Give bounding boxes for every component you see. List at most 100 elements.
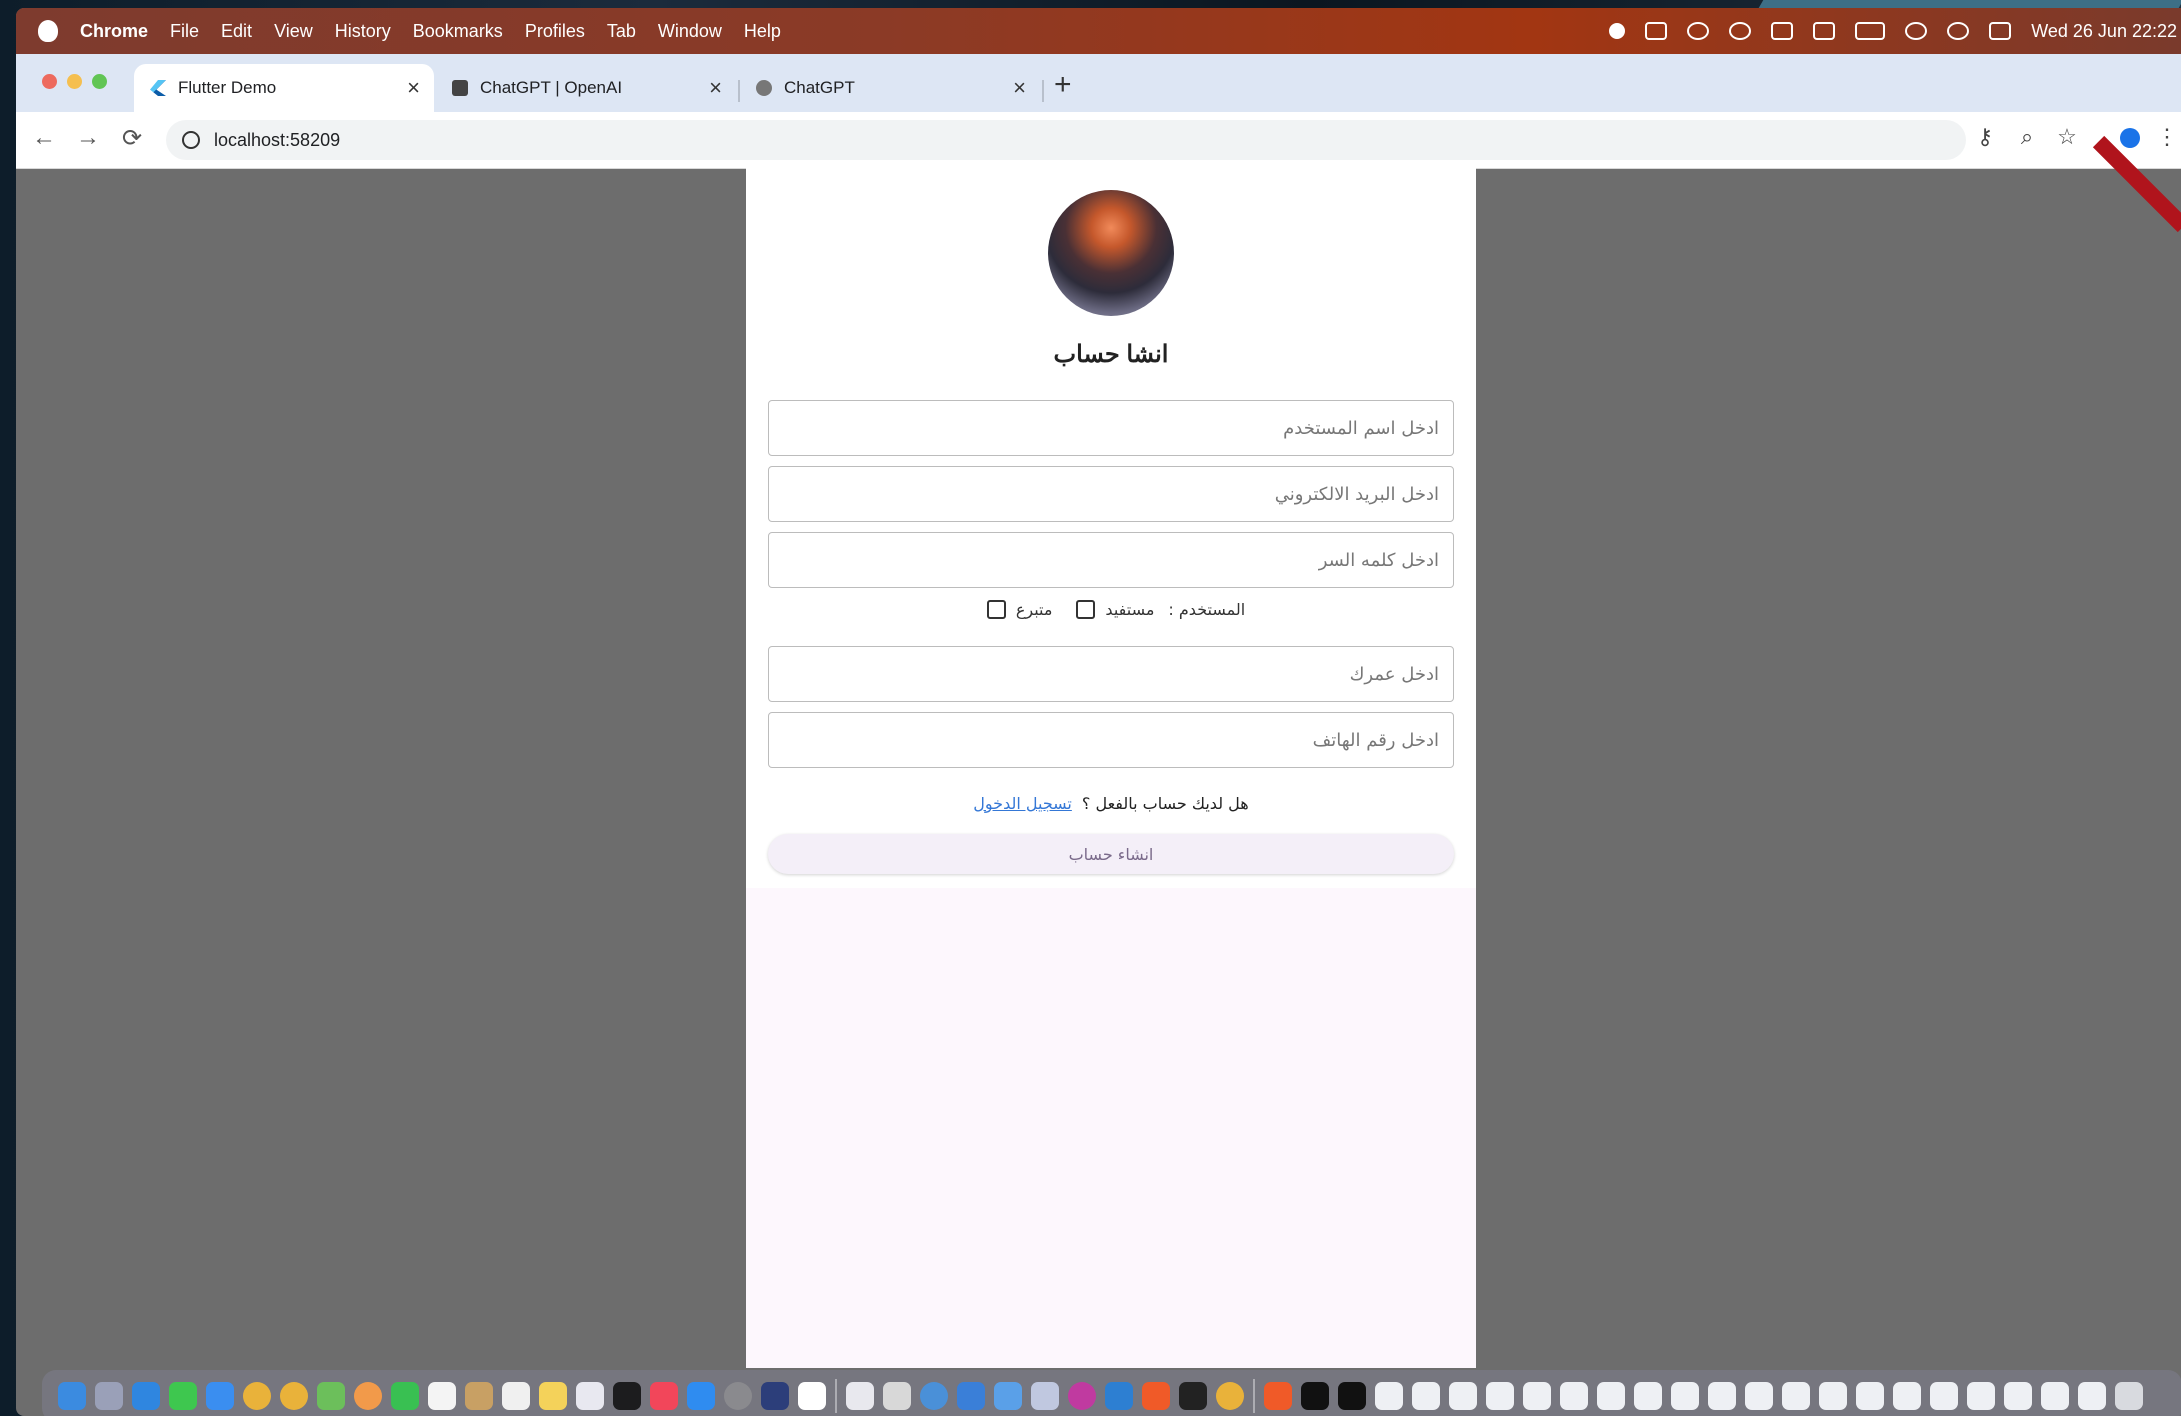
window-thumbnail-icon[interactable] — [1486, 1382, 1514, 1410]
music-icon[interactable] — [650, 1382, 678, 1410]
site-info-icon[interactable] — [182, 131, 200, 149]
pandora-icon[interactable] — [798, 1382, 826, 1410]
username-field[interactable] — [768, 400, 1454, 456]
facetime-icon[interactable] — [391, 1382, 419, 1410]
zoom-icon[interactable]: ⌕ — [2016, 126, 2038, 148]
maps-icon[interactable] — [317, 1382, 345, 1410]
email-input[interactable] — [769, 467, 1453, 521]
tab-flutter-demo[interactable]: Flutter Demo × — [134, 64, 434, 112]
email-field[interactable] — [768, 466, 1454, 522]
reload-button[interactable]: ⟳ — [122, 124, 142, 153]
menu-window[interactable]: Window — [658, 21, 722, 42]
headphones-icon[interactable] — [1687, 22, 1710, 40]
window-thumbnail-icon[interactable] — [1856, 1382, 1884, 1410]
password-input[interactable] — [769, 533, 1453, 587]
mail-icon[interactable] — [206, 1382, 234, 1410]
system-settings-icon[interactable] — [724, 1382, 752, 1410]
minimize-window-button[interactable] — [67, 74, 82, 89]
window-thumbnail-icon[interactable] — [1930, 1382, 1958, 1410]
wifi-icon[interactable] — [1905, 22, 1928, 40]
menu-file[interactable]: File — [170, 21, 199, 42]
tab-close-icon[interactable]: × — [1013, 75, 1026, 101]
back-button[interactable]: ← — [32, 124, 56, 152]
new-tab-button[interactable]: + — [1054, 68, 1072, 102]
flower-app-icon[interactable] — [1068, 1382, 1096, 1410]
phone-input[interactable] — [769, 713, 1453, 767]
age-field[interactable] — [768, 646, 1454, 702]
battery-icon[interactable] — [1855, 22, 1886, 40]
menu-view[interactable]: View — [274, 21, 313, 42]
clipboard-icon[interactable] — [1645, 22, 1668, 40]
chrome-icon[interactable] — [243, 1382, 271, 1410]
chrome-alt-icon[interactable] — [280, 1382, 308, 1410]
window-thumbnail-icon[interactable] — [1893, 1382, 1921, 1410]
finder-icon[interactable] — [58, 1382, 86, 1410]
password-field[interactable] — [768, 532, 1454, 588]
menu-profiles[interactable]: Profiles — [525, 21, 585, 42]
xcode-alt-icon[interactable] — [994, 1382, 1022, 1410]
forward-button[interactable]: → — [76, 124, 100, 152]
password-key-icon[interactable]: ⚷ — [1974, 126, 1996, 148]
input-source-icon[interactable] — [1813, 22, 1836, 40]
chrome-canary-icon[interactable] — [1216, 1382, 1244, 1410]
contacts-icon[interactable] — [465, 1382, 493, 1410]
window-thumbnail-icon[interactable] — [1819, 1382, 1847, 1410]
control-center-icon[interactable] — [1989, 22, 2012, 40]
window-thumbnail-icon[interactable] — [1560, 1382, 1588, 1410]
terminal-icon[interactable] — [1179, 1382, 1207, 1410]
spotlight-search-icon[interactable] — [1947, 22, 1970, 40]
window-thumbnail-icon[interactable] — [1708, 1382, 1736, 1410]
window-thumbnail-icon[interactable] — [1412, 1382, 1440, 1410]
tab-close-icon[interactable]: × — [709, 75, 722, 101]
menu-app-name[interactable]: Chrome — [80, 21, 148, 42]
create-account-button[interactable]: انشاء حساب — [768, 834, 1454, 874]
menu-help[interactable]: Help — [744, 21, 781, 42]
preview-icon[interactable] — [846, 1382, 874, 1410]
xcode-icon[interactable] — [957, 1382, 985, 1410]
safari-icon[interactable] — [132, 1382, 160, 1410]
window-thumbnail-icon[interactable] — [2004, 1382, 2032, 1410]
window-thumbnail-icon[interactable] — [1634, 1382, 1662, 1410]
address-url[interactable]: localhost:58209 — [214, 130, 340, 151]
vpn-icon[interactable] — [761, 1382, 789, 1410]
script-editor-icon[interactable] — [883, 1382, 911, 1410]
display-icon[interactable] — [1771, 22, 1794, 40]
donor-checkbox[interactable] — [986, 600, 1006, 619]
play-icon[interactable] — [1729, 22, 1752, 40]
window-thumbnail-icon[interactable] — [1523, 1382, 1551, 1410]
beneficiary-checkbox[interactable] — [1076, 600, 1096, 619]
tab-close-icon[interactable]: × — [407, 75, 420, 101]
swift-icon[interactable] — [1142, 1382, 1170, 1410]
launchpad-icon[interactable] — [95, 1382, 123, 1410]
menu-edit[interactable]: Edit — [221, 21, 252, 42]
record-icon[interactable] — [1609, 23, 1626, 39]
login-link[interactable]: تسجيل الدخول — [973, 794, 1072, 813]
menu-history[interactable]: History — [335, 21, 391, 42]
username-input[interactable] — [769, 401, 1453, 455]
menu-bookmarks[interactable]: Bookmarks — [413, 21, 503, 42]
notes-icon[interactable] — [539, 1382, 567, 1410]
window-thumbnail-icon[interactable] — [1967, 1382, 1995, 1410]
window-thumbnail-icon[interactable] — [1449, 1382, 1477, 1410]
phone-window-icon[interactable] — [1338, 1382, 1366, 1410]
window-thumbnail-icon[interactable] — [1745, 1382, 1773, 1410]
tv-icon[interactable] — [613, 1382, 641, 1410]
zoom-window-button[interactable] — [92, 74, 107, 89]
swift-playgrounds-icon[interactable] — [1264, 1382, 1292, 1410]
phone-window-icon[interactable] — [1301, 1382, 1329, 1410]
tab-chatgpt-openai[interactable]: ChatGPT | OpenAI × — [436, 64, 736, 112]
menu-tab[interactable]: Tab — [607, 21, 636, 42]
profile-avatar-icon[interactable] — [2120, 128, 2140, 148]
more-menu-icon[interactable]: ⋮ — [2156, 126, 2178, 148]
menu-clock[interactable]: Wed 26 Jun 22:22 — [2031, 21, 2177, 42]
address-bar[interactable]: localhost:58209 — [166, 120, 1966, 160]
window-thumbnail-icon[interactable] — [1597, 1382, 1625, 1410]
simulator-icon[interactable] — [1031, 1382, 1059, 1410]
age-input[interactable] — [769, 647, 1453, 701]
window-thumbnail-icon[interactable] — [2078, 1382, 2106, 1410]
tab-chatgpt[interactable]: ChatGPT × — [740, 64, 1040, 112]
quicktime-icon[interactable] — [920, 1382, 948, 1410]
vscode-icon[interactable] — [1105, 1382, 1133, 1410]
close-window-button[interactable] — [42, 74, 57, 89]
app-store-icon[interactable] — [687, 1382, 715, 1410]
